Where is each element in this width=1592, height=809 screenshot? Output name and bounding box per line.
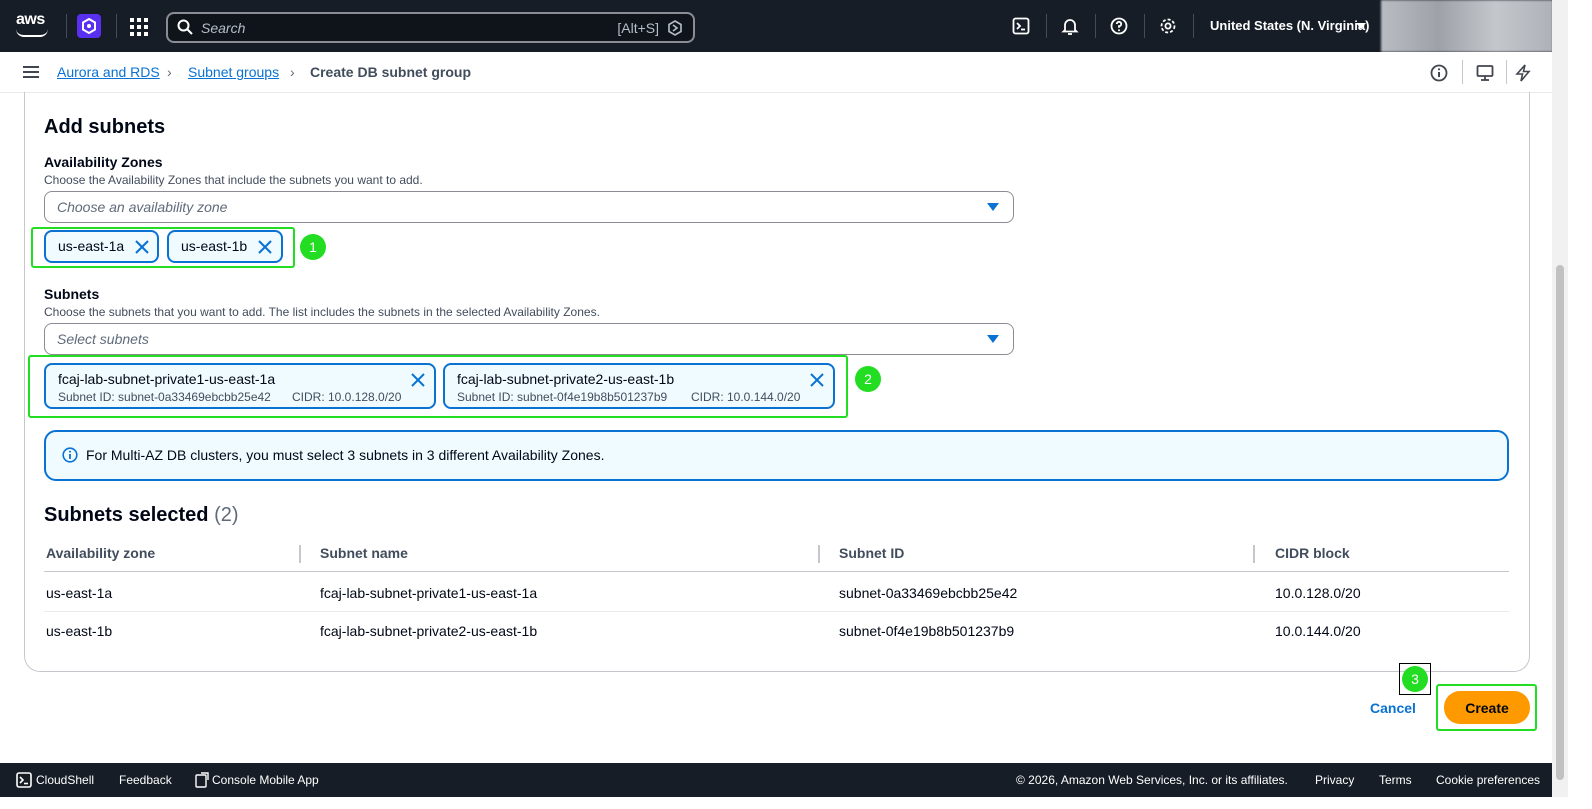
subnets-selected-title: Subnets selected xyxy=(44,504,209,526)
chevron-right-icon: › xyxy=(290,64,295,80)
breadcrumb-bar: Aurora and RDS › Subnet groups › Create … xyxy=(0,52,1552,93)
row-divider xyxy=(44,611,1509,612)
nav-divider xyxy=(116,14,117,38)
caret-down-icon xyxy=(987,335,999,343)
region-caret-icon[interactable] xyxy=(1356,23,1366,29)
top-navigation: aws [Alt+S] United States (N. Virginia) xyxy=(0,0,1592,52)
cloudshell-icon[interactable] xyxy=(16,772,32,788)
footer-mobile-app-link[interactable]: Console Mobile App xyxy=(212,773,319,787)
caret-down-icon xyxy=(987,203,999,211)
column-header-subnet-name[interactable]: Subnet name xyxy=(320,545,408,561)
availability-zone-select[interactable]: Choose an availability zone xyxy=(44,191,1014,223)
subnets-selected-count: (2) xyxy=(214,504,239,526)
feedback-monitor-icon[interactable] xyxy=(1474,62,1496,84)
cell-subnet-name: fcaj-lab-subnet-private2-us-east-1b xyxy=(320,623,538,639)
lightning-icon[interactable] xyxy=(1512,62,1534,84)
search-input[interactable] xyxy=(201,18,601,38)
availability-zone-placeholder: Choose an availability zone xyxy=(57,199,228,215)
region-selector[interactable]: United States (N. Virginia) xyxy=(1210,18,1369,33)
footer-cloudshell-link[interactable]: CloudShell xyxy=(36,773,94,787)
column-resize-handle[interactable] xyxy=(818,545,820,563)
notifications-bell-icon[interactable] xyxy=(1058,14,1082,38)
subnets-label: Subnets xyxy=(44,286,100,302)
step-badge: 3 xyxy=(1402,666,1428,692)
column-header-subnet-id[interactable]: Subnet ID xyxy=(839,545,904,561)
settings-gear-icon[interactable] xyxy=(1156,14,1180,38)
nav-divider xyxy=(1095,14,1096,38)
highlight-box xyxy=(1436,684,1537,731)
chevron-right-icon: › xyxy=(167,64,172,80)
highlight-box xyxy=(31,227,295,268)
account-menu[interactable] xyxy=(1381,0,1553,52)
highlight-box xyxy=(28,355,848,418)
step-badge: 1 xyxy=(300,234,326,260)
cell-subnet-name: fcaj-lab-subnet-private1-us-east-1a xyxy=(320,585,538,601)
step-badge: 2 xyxy=(855,366,881,392)
util-divider xyxy=(1506,60,1507,84)
breadcrumb-current: Create DB subnet group xyxy=(310,64,472,80)
column-resize-handle[interactable] xyxy=(299,545,301,563)
search-icon xyxy=(177,19,193,35)
cell-subnet-id: subnet-0f4e19b8b501237b9 xyxy=(839,623,1015,639)
multi-az-info-alert: For Multi-AZ DB clusters, you must selec… xyxy=(44,430,1509,481)
cell-availability-zone: us-east-1b xyxy=(46,623,113,639)
util-divider xyxy=(1462,60,1463,84)
breadcrumb-aurora-rds[interactable]: Aurora and RDS xyxy=(57,64,160,80)
availability-zones-label: Availability Zones xyxy=(44,154,163,170)
cell-cidr-block: 10.0.128.0/20 xyxy=(1275,585,1361,601)
availability-zones-description: Choose the Availability Zones that inclu… xyxy=(44,173,423,187)
scrollbar-thumb[interactable] xyxy=(1556,265,1564,780)
subnets-placeholder: Select subnets xyxy=(57,331,149,347)
service-favorite-icon[interactable] xyxy=(77,14,101,38)
cancel-button[interactable]: Cancel xyxy=(1365,697,1421,719)
console-footer: CloudShell Feedback Console Mobile App ©… xyxy=(0,763,1552,797)
aws-logo-text: aws xyxy=(16,11,45,28)
info-icon[interactable] xyxy=(1428,62,1450,84)
footer-copyright: © 2026, Amazon Web Services, Inc. or its… xyxy=(1016,773,1288,787)
alert-message: For Multi-AZ DB clusters, you must selec… xyxy=(86,447,605,463)
cloudshell-icon[interactable] xyxy=(1009,14,1033,38)
page-scrollbar[interactable] xyxy=(1552,0,1568,797)
external-link-icon[interactable] xyxy=(195,772,209,788)
services-grid-icon[interactable] xyxy=(130,18,148,36)
nav-divider xyxy=(1046,14,1047,38)
footer-cookie-preferences-link[interactable]: Cookie preferences xyxy=(1436,773,1540,787)
footer-terms-link[interactable]: Terms xyxy=(1379,773,1412,787)
subnets-description: Choose the subnets that you want to add.… xyxy=(44,305,600,319)
aws-smile-icon xyxy=(16,29,48,37)
nav-divider xyxy=(1144,14,1145,38)
column-header-availability-zone[interactable]: Availability zone xyxy=(46,545,155,561)
help-icon[interactable] xyxy=(1107,14,1131,38)
nav-divider xyxy=(66,14,67,38)
subnets-selected-heading: Subnets selected (2) xyxy=(44,504,239,527)
hamburger-menu-icon[interactable] xyxy=(23,66,39,78)
footer-privacy-link[interactable]: Privacy xyxy=(1315,773,1354,787)
search-box[interactable]: [Alt+S] xyxy=(166,12,695,43)
cell-cidr-block: 10.0.144.0/20 xyxy=(1275,623,1361,639)
nav-divider xyxy=(1193,14,1194,38)
column-header-cidr-block[interactable]: CIDR block xyxy=(1275,545,1350,561)
aws-logo[interactable]: aws xyxy=(16,12,50,38)
breadcrumb-subnet-groups[interactable]: Subnet groups xyxy=(188,64,279,80)
footer-feedback-link[interactable]: Feedback xyxy=(119,773,172,787)
info-icon xyxy=(62,447,78,463)
subnets-select[interactable]: Select subnets xyxy=(44,323,1014,355)
window-edge xyxy=(0,797,1592,809)
search-shortcut: [Alt+S] xyxy=(617,20,659,36)
cell-availability-zone: us-east-1a xyxy=(46,585,113,601)
column-resize-handle[interactable] xyxy=(1253,545,1255,563)
window-edge xyxy=(1568,0,1592,809)
add-subnets-heading: Add subnets xyxy=(44,116,166,138)
shortcut-icon xyxy=(668,20,682,36)
cell-subnet-id: subnet-0a33469ebcbb25e42 xyxy=(839,585,1018,601)
table-header-divider xyxy=(44,571,1509,572)
